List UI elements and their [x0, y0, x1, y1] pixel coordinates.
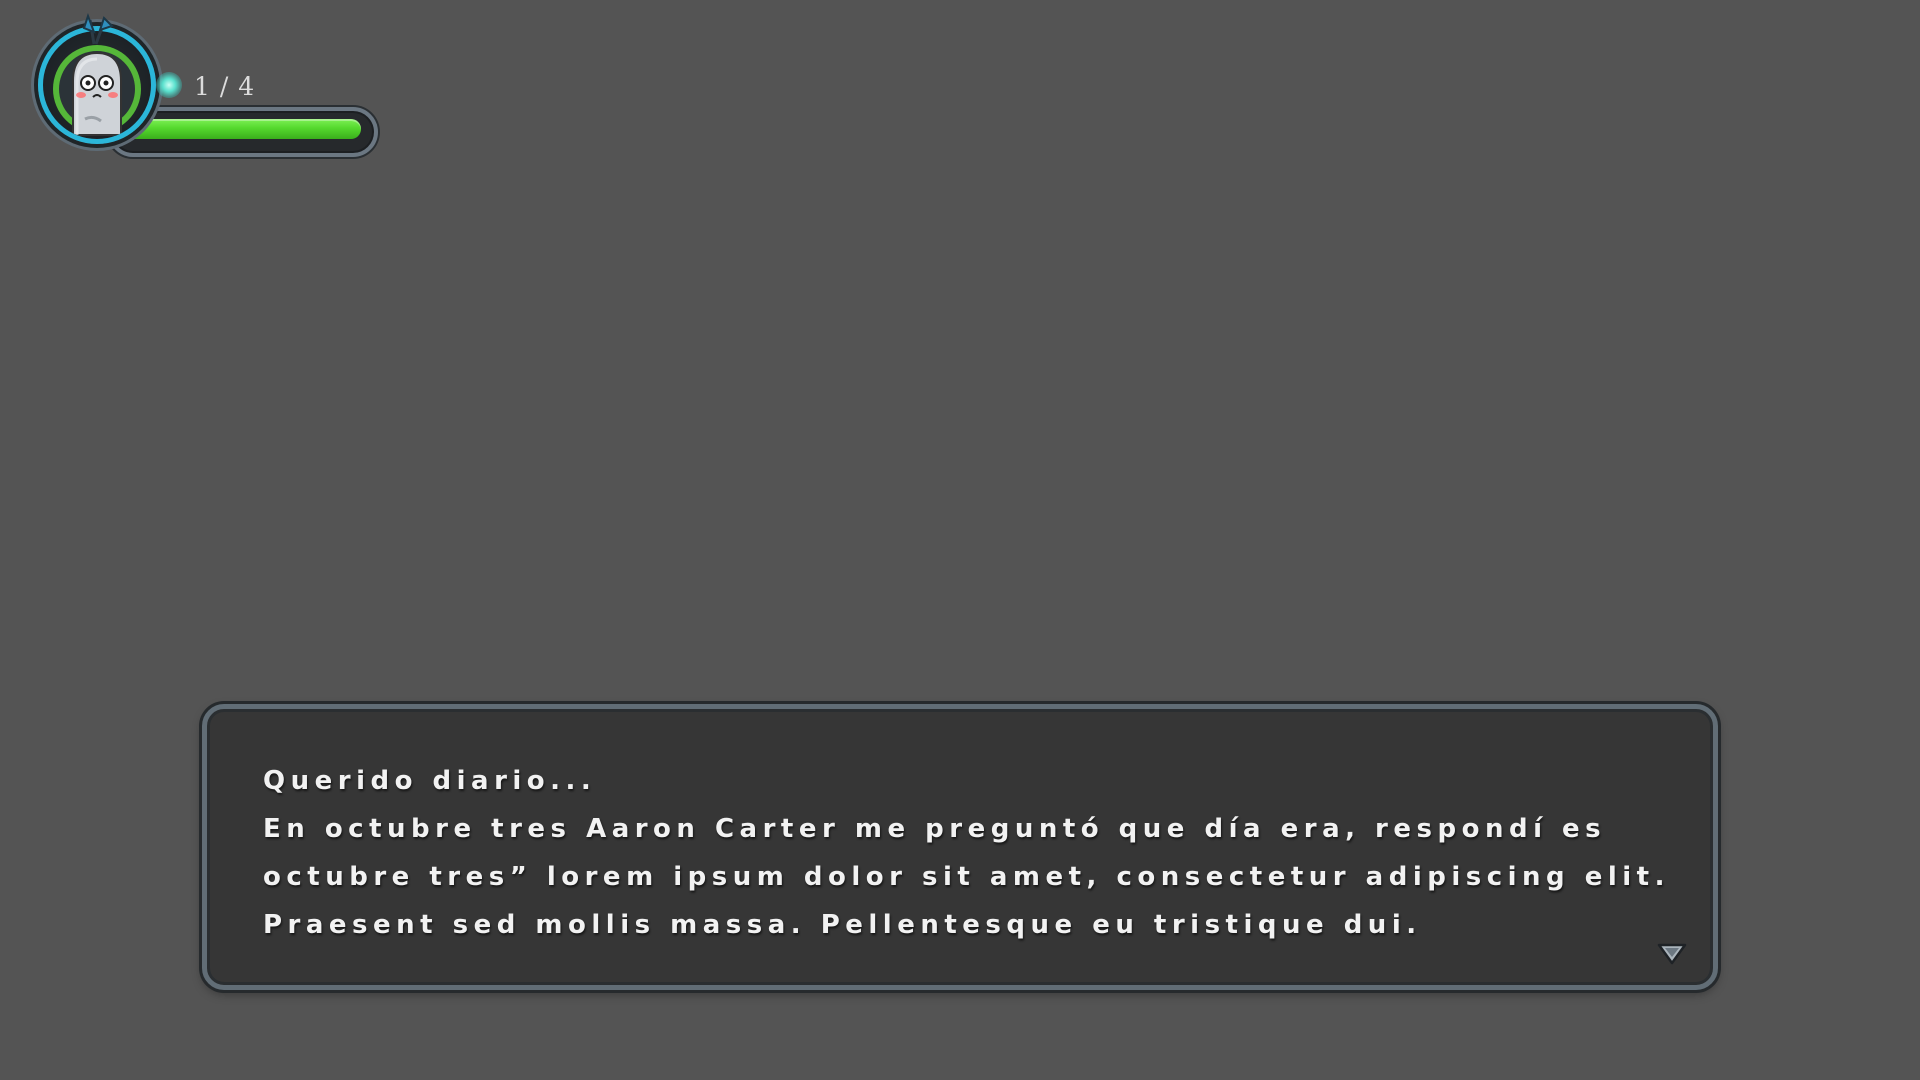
collectible-counter: 1 / 4 [194, 72, 256, 101]
dialogue-box[interactable]: Querido diario... En octubre tres Aaron … [202, 704, 1718, 990]
antenna-icon [82, 13, 114, 45]
dialogue-line: En octubre tres Aaron Carter me preguntó… [263, 814, 1607, 844]
dialogue-line: Querido diario... [263, 766, 597, 796]
dialogue-line: Praesent sed mollis massa. Pellentesque … [263, 910, 1422, 940]
dialogue-line: octubre tres” lorem ipsum dolor sit amet… [263, 862, 1670, 892]
player-hud: 1 / 4 [38, 12, 378, 157]
dialogue-text: Querido diario... En octubre tres Aaron … [263, 757, 1670, 949]
glowing-orb-icon [156, 72, 182, 98]
health-bar-fill [118, 119, 361, 139]
triangle-down-icon[interactable] [1657, 943, 1687, 965]
game-screen: 1 / 4 Querido diario... En octubre tres … [0, 0, 1920, 1080]
